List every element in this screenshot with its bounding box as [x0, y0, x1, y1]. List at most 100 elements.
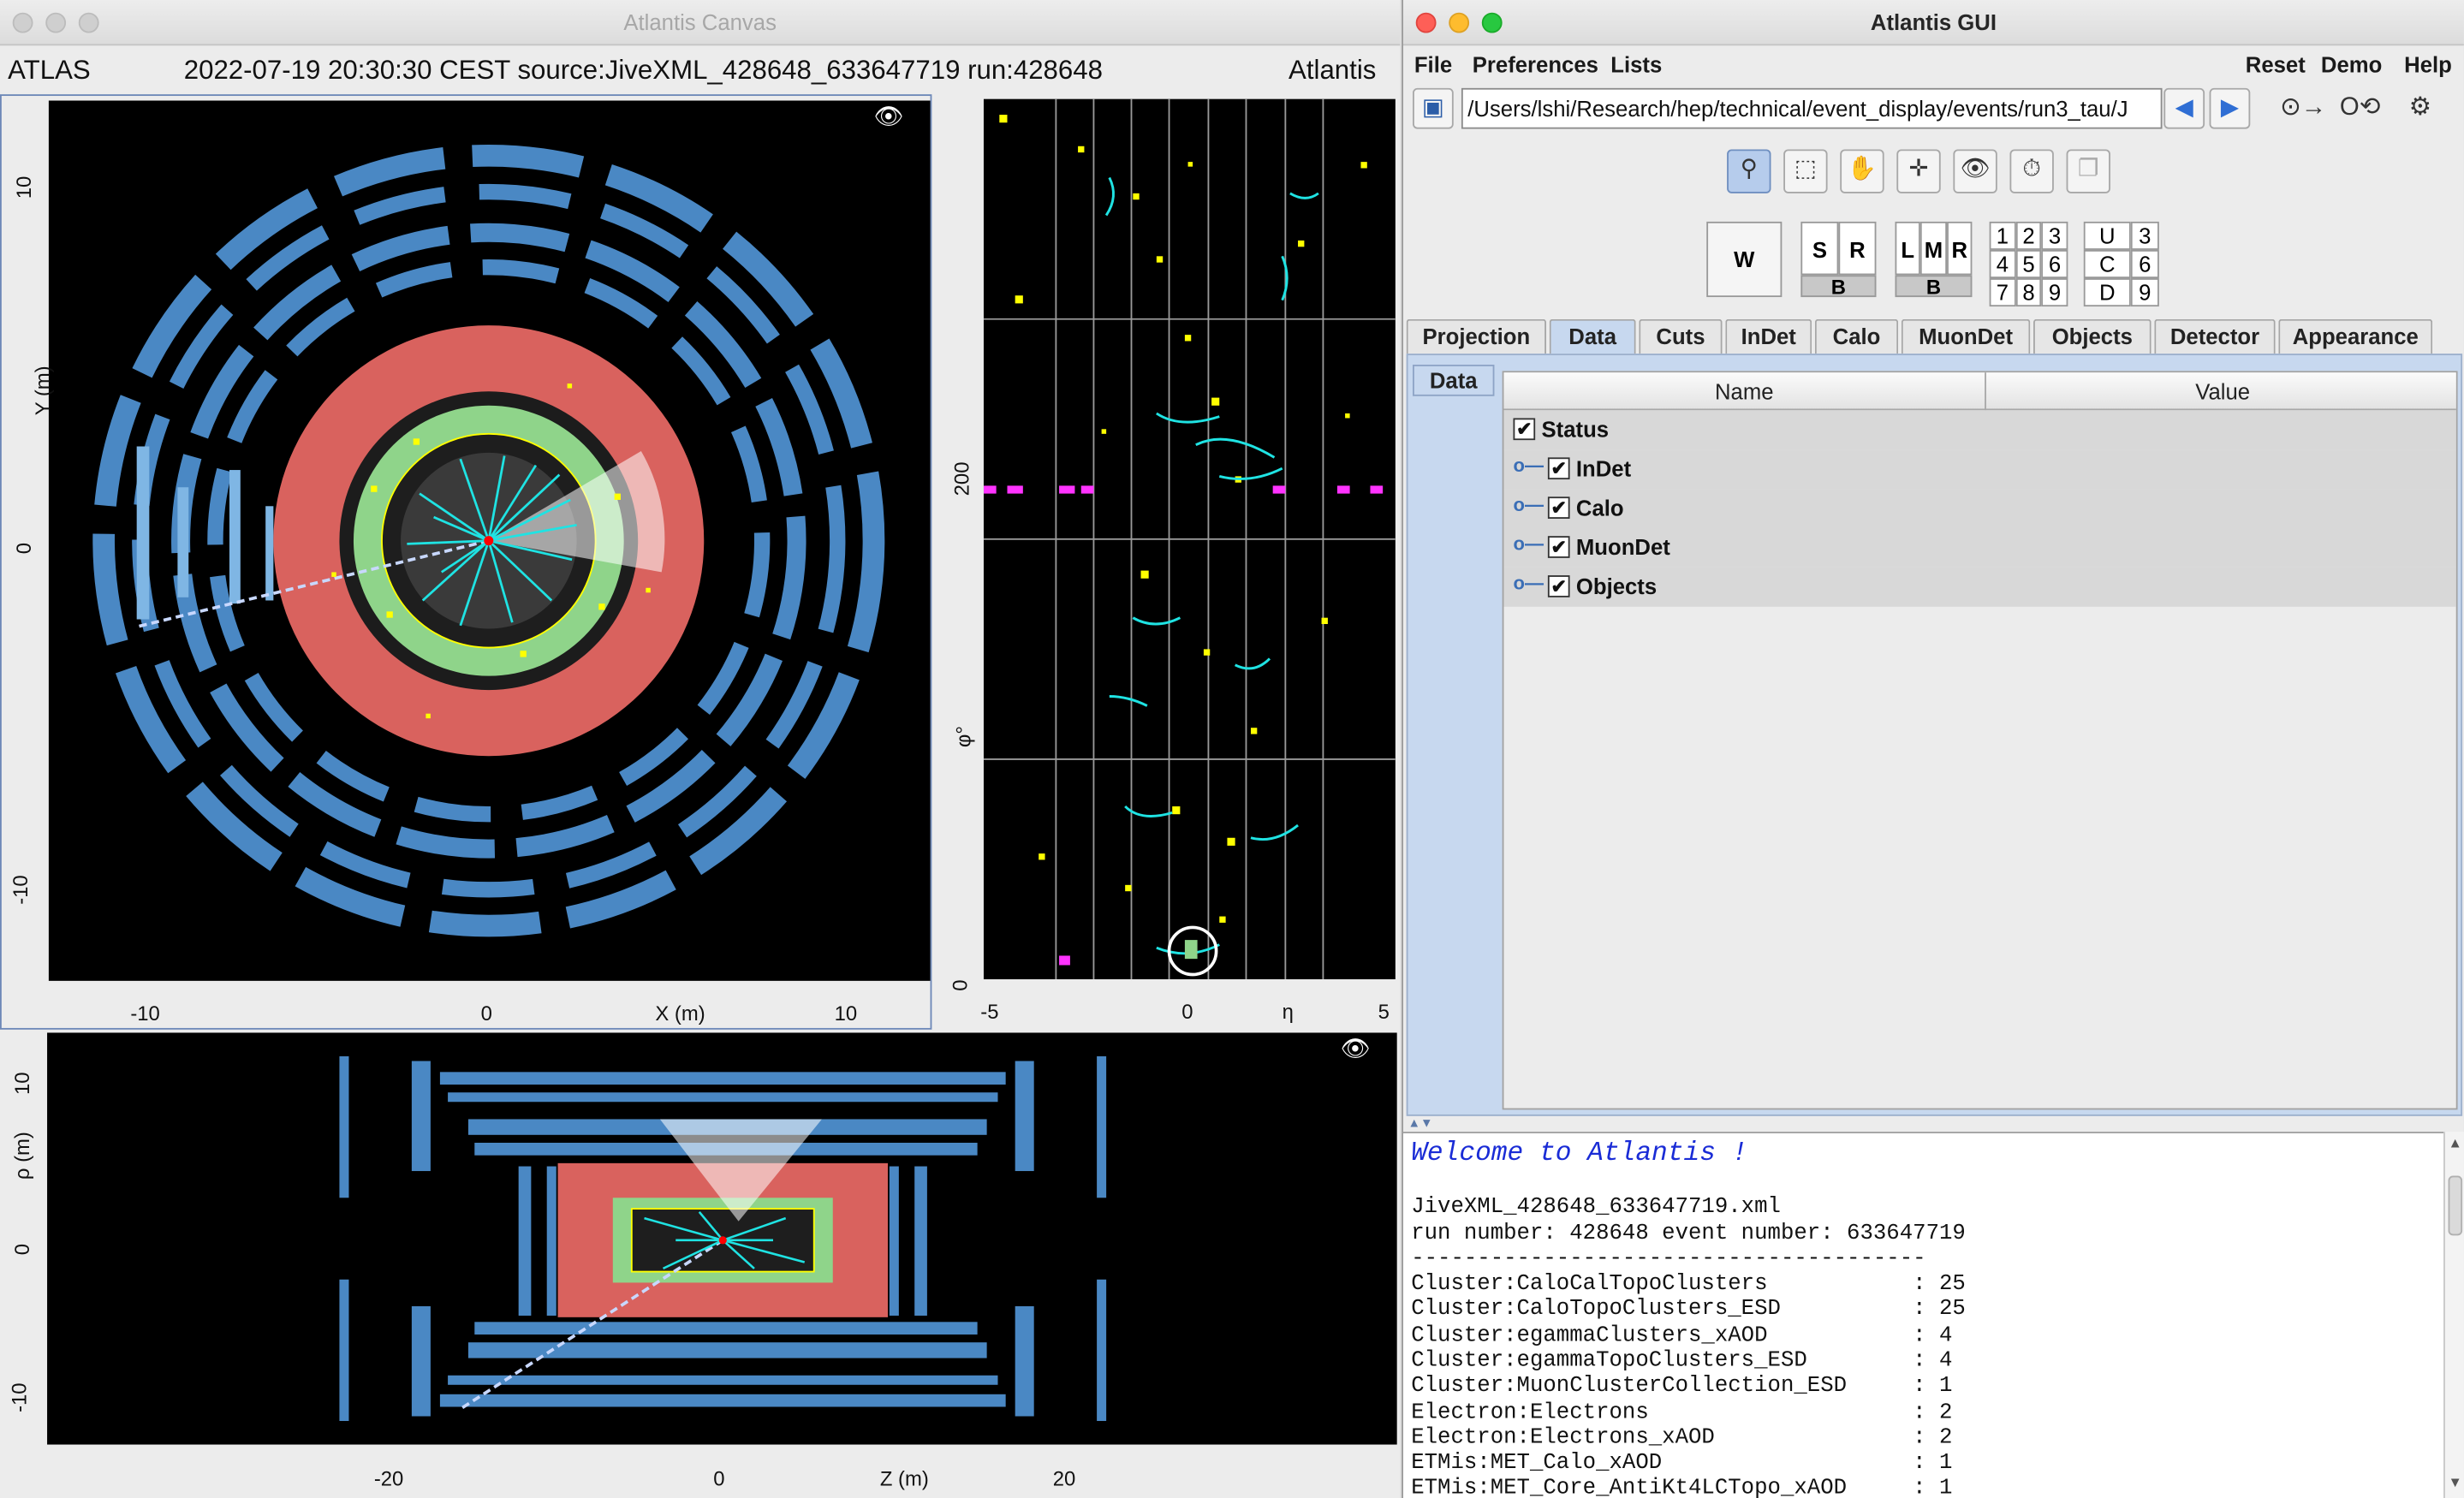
window-c-button[interactable]: C [2083, 249, 2131, 279]
rz-y-axis-label: ρ (m) [9, 1132, 34, 1180]
splitter-handle[interactable]: ▲▼ [1403, 1117, 2464, 1131]
menu-preferences[interactable]: Preferences [1473, 52, 1598, 77]
phi-eta-x-tick-neg5: -5 [980, 999, 999, 1024]
xy-x-tick-0: 0 [480, 1001, 492, 1025]
minimize-window-button[interactable] [1449, 12, 1470, 33]
xy-x-axis-label: X (m) [655, 1001, 705, 1025]
scroll-down-icon[interactable]: ▼ [2449, 1474, 2462, 1489]
row-calo[interactable]: o— ✔ Calo [1503, 489, 2456, 528]
experiment-label: ATLAS [8, 55, 91, 86]
phi-eta-view-canvas[interactable] [983, 98, 1396, 980]
crosshair-icon[interactable]: ✛ [1896, 149, 1941, 193]
xy-y-tick-neg10: -10 [9, 875, 33, 905]
scroll-thumb[interactable] [2448, 1175, 2463, 1236]
window-7-button[interactable]: 7 [1989, 278, 2016, 307]
fisheye-icon-rz[interactable]: 👁︎ [1341, 1036, 1394, 1064]
window-b2-button[interactable]: B [1895, 275, 1973, 298]
console-separator: --------------------------------------- [1411, 1246, 1926, 1272]
rho-z-view-canvas[interactable]: 👁︎ [47, 1032, 1397, 1445]
tab-objects[interactable]: Objects [2033, 318, 2152, 354]
window-4-button[interactable]: 4 [1989, 249, 2016, 279]
window-8-button[interactable]: 8 [2015, 278, 2042, 307]
window-m-button[interactable]: M [1919, 221, 1948, 276]
phi-eta-x-axis-label: η [1282, 999, 1294, 1024]
back-arrow-icon[interactable]: ◀ [2163, 87, 2205, 129]
window-icon[interactable]: ❐ [2066, 149, 2110, 193]
window-1-button[interactable]: 1 [1989, 221, 2016, 250]
next-event-icon[interactable]: ⊙→ [2280, 92, 2326, 123]
zoom-window-button[interactable] [1481, 12, 1503, 33]
window-u3-button[interactable]: 3 [2130, 221, 2159, 250]
event-info-text: 2022-07-19 20:30:30 CEST source:JiveXML_… [183, 55, 1103, 86]
tab-cuts[interactable]: Cuts [1639, 318, 1723, 354]
objects-checkbox[interactable]: ✔ [1547, 575, 1570, 597]
window-s-button[interactable]: S [1800, 221, 1839, 276]
hand-icon[interactable]: ✋ [1840, 149, 1884, 193]
loop-icon[interactable]: O⟲ [2340, 92, 2380, 123]
expand-toggle-icon[interactable]: o— [1513, 455, 1544, 477]
xy-view-canvas[interactable]: 👁︎ [48, 100, 931, 981]
window-5-button[interactable]: 5 [2015, 249, 2042, 279]
minimize-window-button[interactable] [45, 12, 67, 33]
expand-toggle-icon[interactable]: o— [1513, 533, 1544, 556]
tab-detector[interactable]: Detector [2154, 318, 2276, 354]
status-checkbox[interactable]: ✔ [1513, 418, 1536, 441]
window-d9-button[interactable]: 9 [2130, 278, 2159, 307]
muondet-checkbox[interactable]: ✔ [1547, 536, 1570, 558]
window-r-button[interactable]: R [1838, 221, 1877, 276]
expand-toggle-icon[interactable]: o— [1513, 494, 1544, 516]
zoom-icon[interactable]: ⚲ [1727, 149, 1771, 193]
window-2-button[interactable]: 2 [2015, 221, 2042, 250]
window-r2-button[interactable]: R [1947, 221, 1973, 276]
expand-toggle-icon[interactable]: o— [1513, 572, 1544, 594]
row-objects[interactable]: o— ✔ Objects [1503, 567, 2456, 607]
rubberband-icon[interactable]: ⬚ [1783, 149, 1828, 193]
tab-calo[interactable]: Calo [1814, 318, 1899, 354]
output-console[interactable]: Welcome to Atlantis ! JiveXML_428648_633… [1403, 1132, 2444, 1498]
console-scrollbar[interactable]: ▲ ▼ [2443, 1132, 2464, 1498]
window-b-button[interactable]: B [1800, 275, 1877, 298]
row-indet[interactable]: o— ✔ InDet [1503, 449, 2456, 490]
window-c6-button[interactable]: 6 [2130, 249, 2159, 279]
tab-projection[interactable]: Projection [1406, 318, 1547, 354]
window-l-button[interactable]: L [1895, 221, 1920, 276]
tab-appearance[interactable]: Appearance [2278, 318, 2433, 354]
menu-lists[interactable]: Lists [1610, 52, 1662, 77]
xy-y-tick-10: 10 [11, 175, 36, 199]
scroll-up-icon[interactable]: ▲ [2449, 1135, 2462, 1150]
window-u-button[interactable]: U [2083, 221, 2131, 250]
window-3-button[interactable]: 3 [2041, 221, 2068, 250]
side-tab-data[interactable]: Data [1413, 365, 1495, 396]
clock-icon[interactable]: ⏱ [2009, 149, 2054, 193]
console-entry: Cluster:egammaTopoClusters_ESD : 4 [1411, 1348, 1953, 1374]
window-d-button[interactable]: D [2083, 278, 2131, 307]
fisheye-icon[interactable]: 👁︎ [1953, 149, 1997, 193]
menu-file[interactable]: File [1414, 52, 1452, 77]
menu-reset[interactable]: Reset [2246, 52, 2306, 77]
event-path-field[interactable]: /Users/lshi/Research/hep/technical/event… [1461, 87, 2163, 129]
col-name-header[interactable]: Name [1503, 372, 1986, 411]
close-window-button[interactable] [1415, 12, 1437, 33]
menu-help[interactable]: Help [2404, 52, 2452, 77]
tab-data[interactable]: Data [1549, 318, 1636, 354]
fisheye-icon[interactable]: 👁︎ [873, 104, 926, 132]
col-value-header[interactable]: Value [1988, 372, 2458, 410]
console-entry: Cluster:CaloTopoClusters_ESD : 25 [1411, 1296, 1966, 1323]
window-9-button[interactable]: 9 [2041, 278, 2068, 307]
zoom-window-button[interactable] [78, 12, 99, 33]
settings-icon[interactable]: ⚙ [2409, 92, 2431, 123]
close-window-button[interactable] [12, 12, 33, 33]
calo-checkbox[interactable]: ✔ [1547, 496, 1570, 519]
window-6-button[interactable]: 6 [2041, 249, 2068, 279]
console-entry: ETMis:MET_Calo_xAOD : 1 [1411, 1450, 1953, 1477]
menu-demo[interactable]: Demo [2321, 52, 2382, 77]
tab-muondet[interactable]: MuonDet [1901, 318, 2031, 354]
row-muondet[interactable]: o— ✔ MuonDet [1503, 527, 2456, 568]
window-w-button[interactable]: W [1706, 221, 1783, 298]
save-icon[interactable]: ▣ [1413, 87, 1454, 129]
indet-checkbox[interactable]: ✔ [1547, 457, 1570, 480]
phi-eta-tracks [1104, 176, 1319, 955]
tab-indet[interactable]: InDet [1725, 318, 1812, 354]
row-status[interactable]: ✔ Status [1503, 410, 2456, 450]
forward-arrow-icon[interactable]: ▶ [2209, 87, 2251, 129]
